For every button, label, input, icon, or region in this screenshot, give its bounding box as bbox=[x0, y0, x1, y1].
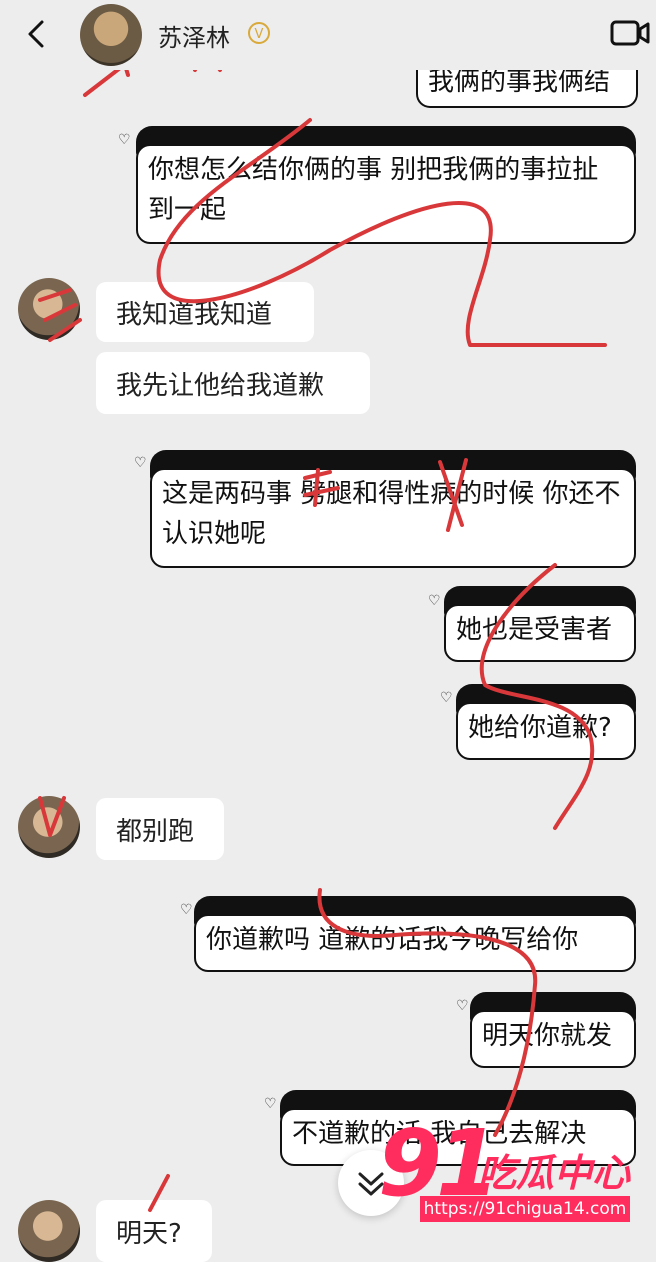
message-text: 明天你就发 bbox=[482, 1021, 613, 1051]
contact-avatar[interactable] bbox=[18, 796, 80, 858]
message-bubble-sent[interactable]: 你道歉吗 道歉的话我今晚写给你 bbox=[194, 896, 636, 972]
heart-icon: ♡ bbox=[264, 1096, 277, 1112]
message-text: 我先让他给我道歉 bbox=[116, 370, 325, 401]
watermark-text: 吃瓜中心 bbox=[478, 1151, 631, 1195]
heart-icon: ♡ bbox=[134, 455, 147, 471]
message-text: 她也是受害者 bbox=[456, 615, 613, 645]
contact-name: 苏泽林 bbox=[158, 24, 230, 52]
message-text: 我知道我知道 bbox=[116, 299, 273, 330]
message-bubble-sent[interactable]: 她也是受害者 bbox=[444, 586, 636, 662]
message-text: 明天? bbox=[116, 1218, 182, 1249]
heart-icon: ♡ bbox=[428, 593, 441, 609]
message-bubble-received[interactable]: 明天? bbox=[96, 1200, 212, 1262]
message-text: 她给你道歉? bbox=[468, 713, 612, 743]
verified-badge-icon: V bbox=[248, 22, 270, 44]
message-bubble-sent[interactable]: 她给你道歉? bbox=[456, 684, 636, 760]
contact-avatar[interactable] bbox=[80, 4, 142, 66]
message-bubble-received[interactable]: 我知道我知道 bbox=[96, 282, 314, 342]
heart-icon: ♡ bbox=[180, 902, 193, 918]
contact-avatar[interactable] bbox=[18, 278, 80, 340]
video-camera-icon[interactable] bbox=[610, 18, 650, 48]
message-bubble-sent[interactable]: 你想怎么结你俩的事 别把我俩的事拉扯到一起 bbox=[136, 126, 636, 244]
chat-header: 苏泽林 V bbox=[0, 0, 656, 70]
message-text: 你想怎么结你俩的事 别把我俩的事拉扯到一起 bbox=[148, 155, 599, 225]
message-bubble-sent[interactable]: 明天你就发 bbox=[470, 992, 636, 1068]
message-text: 你道歉吗 道歉的话我今晚写给你 bbox=[206, 925, 579, 955]
contact-avatar[interactable] bbox=[18, 1200, 80, 1262]
watermark-url: https://91chigua14.com bbox=[420, 1196, 630, 1222]
message-text: 我俩的事我俩结 bbox=[428, 67, 611, 97]
message-bubble-received[interactable]: 我先让他给我道歉 bbox=[96, 352, 370, 414]
message-text: 这是两码事 劈腿和得性病的时候 你还不认识她呢 bbox=[162, 479, 621, 549]
message-bubble-sent[interactable]: 这是两码事 劈腿和得性病的时候 你还不认识她呢 bbox=[150, 450, 636, 568]
heart-icon: ♡ bbox=[440, 690, 453, 706]
message-text: 都别跑 bbox=[116, 816, 195, 847]
chevron-left-icon[interactable] bbox=[22, 14, 52, 54]
heart-icon: ♡ bbox=[118, 132, 131, 148]
message-bubble-received[interactable]: 都别跑 bbox=[96, 798, 224, 860]
heart-icon: ♡ bbox=[456, 998, 469, 1014]
